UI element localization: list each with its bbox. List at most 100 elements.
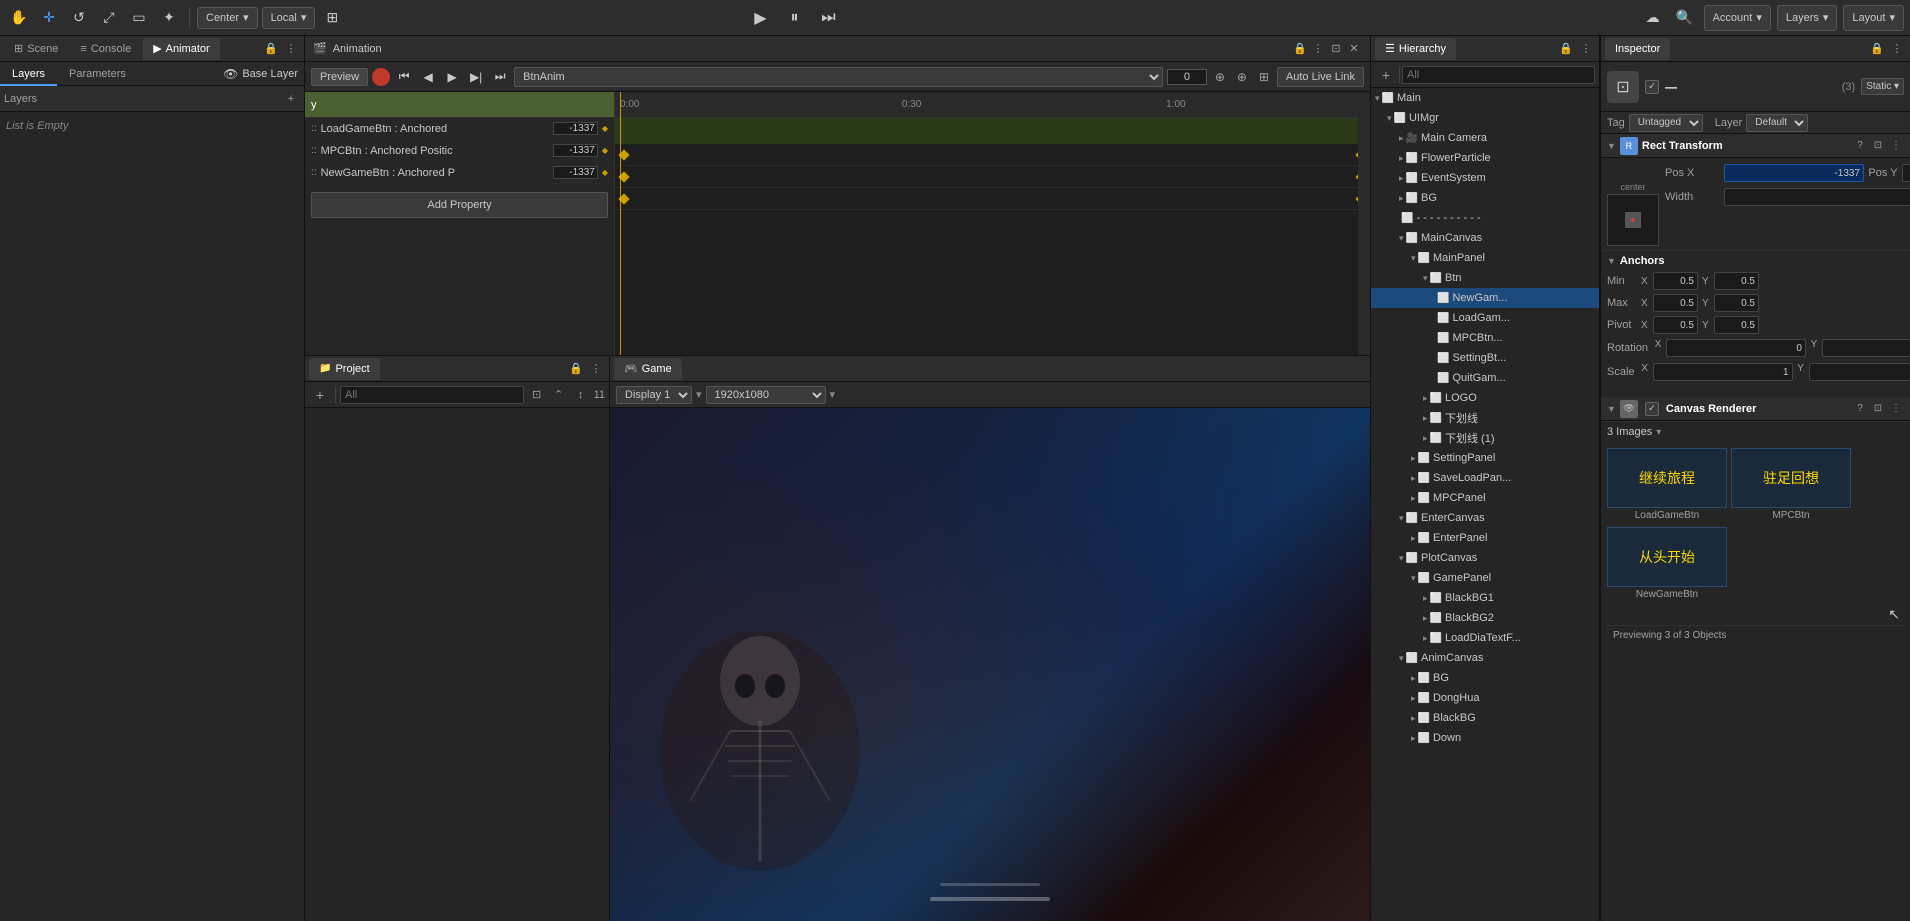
anchor-pivot-x-input[interactable] [1653, 316, 1698, 334]
add-layer-btn[interactable]: + [282, 90, 300, 108]
go-start-btn[interactable]: ⏮ [394, 67, 414, 87]
rotate-tool-btn[interactable]: ↺ [66, 5, 92, 31]
canvas-renderer-more-btn[interactable]: ⋮ [1888, 401, 1904, 417]
pin-btn-2[interactable]: ⊕ [1233, 68, 1251, 86]
anchor-max-y-input[interactable] [1714, 294, 1759, 312]
hier-item-29[interactable]: ▸⬜BG [1371, 668, 1599, 688]
width-input[interactable] [1724, 188, 1910, 206]
resolution-select[interactable]: 1920x1080 [706, 386, 826, 404]
inspector-tab[interactable]: Inspector [1605, 38, 1670, 60]
hier-item-31[interactable]: ▸⬜BlackBG [1371, 708, 1599, 728]
animator-layers-tab[interactable]: Layers [0, 62, 57, 86]
proj-icon-btn-1[interactable]: ⊡ [528, 386, 546, 404]
hier-item-30[interactable]: ▸⬜DongHua [1371, 688, 1599, 708]
hier-item-20[interactable]: ▸⬜MPCPanel [1371, 488, 1599, 508]
hier-item-13[interactable]: ⬜SettingBt... [1371, 348, 1599, 368]
rect-transform-visual[interactable] [1607, 194, 1659, 246]
object-active-checkbox[interactable]: ✓ [1645, 80, 1659, 94]
pos-y-input[interactable] [1902, 164, 1910, 182]
lock-animator-btn[interactable]: 🔒 [262, 40, 280, 58]
anchor-max-x-input[interactable] [1653, 294, 1698, 312]
hier-item-22[interactable]: ▸⬜EnterPanel [1371, 528, 1599, 548]
timeline-scroll[interactable] [1358, 92, 1370, 355]
play-anim-btn[interactable]: ▶ [442, 67, 462, 87]
rect-tool-btn[interactable]: ▭ [126, 5, 152, 31]
hier-item-15[interactable]: ▸⬜LOGO [1371, 388, 1599, 408]
scale-tool-btn[interactable]: ⤢ [96, 5, 122, 31]
hier-item-17[interactable]: ▸⬜下划线 (1) [1371, 428, 1599, 448]
hier-item-11[interactable]: ⬜LoadGam... [1371, 308, 1599, 328]
hier-item-9[interactable]: ▾⬜Btn [1371, 268, 1599, 288]
game-tab[interactable]: 🎮 Game [614, 358, 682, 380]
add-project-btn[interactable]: + [309, 386, 331, 404]
rect-transform-more-btn[interactable]: ⋮ [1888, 138, 1904, 154]
close-anim-btn[interactable]: ✕ [1346, 41, 1362, 57]
track-val-1[interactable] [553, 144, 598, 157]
clip-dropdown[interactable]: BtnAnim [514, 67, 1163, 87]
layers-btn[interactable]: Layers ▾ [1777, 5, 1838, 31]
canvas-renderer-help-btn[interactable]: ? [1852, 401, 1868, 417]
canvas-renderer-presets-btn[interactable]: ⊡ [1870, 401, 1886, 417]
tab-animator[interactable]: ▶ Animator [143, 38, 220, 60]
next-frame-btn[interactable]: ▶| [466, 67, 486, 87]
project-tab[interactable]: 📁 Project [309, 358, 380, 380]
project-search[interactable] [340, 386, 524, 404]
record-btn[interactable] [372, 68, 390, 86]
hier-item-27[interactable]: ▸⬜LoadDiaTextF... [1371, 628, 1599, 648]
proj-icon-btn-3[interactable]: ↕ [572, 386, 590, 404]
more-project-btn[interactable]: ⋮ [587, 360, 605, 378]
hier-item-0[interactable]: ▾⬜Main [1371, 88, 1599, 108]
display-select[interactable]: Display 1 [616, 386, 692, 404]
hier-item-16[interactable]: ▸⬜下划线 [1371, 408, 1599, 428]
hand-tool-btn[interactable]: ✋ [6, 5, 32, 31]
lock-project-btn[interactable]: 🔒 [567, 360, 585, 378]
hier-item-12[interactable]: ⬜MPCBtn... [1371, 328, 1599, 348]
more-anim-btn[interactable]: ⋮ [1310, 41, 1326, 57]
anchor-min-y-input[interactable] [1714, 272, 1759, 290]
canvas-renderer-enabled[interactable]: ✓ [1645, 402, 1659, 416]
pivot-local-btn[interactable]: Local ▾ [262, 7, 316, 29]
pin-btn-1[interactable]: ⊕ [1211, 68, 1229, 86]
go-end-btn[interactable]: ⏭ [490, 67, 510, 87]
scale-y-input[interactable] [1809, 363, 1910, 381]
transform-tool-btn[interactable]: ✦ [156, 5, 182, 31]
layer-dropdown[interactable]: Default [1746, 114, 1808, 132]
animator-params-tab[interactable]: Parameters [57, 62, 138, 86]
static-btn[interactable]: Static ▾ [1861, 78, 1904, 95]
rot-y-input[interactable] [1822, 339, 1910, 357]
hier-item-25[interactable]: ▸⬜BlackBG1 [1371, 588, 1599, 608]
rect-transform-help-btn[interactable]: ? [1852, 138, 1868, 154]
pause-btn[interactable]: ⏸ [779, 3, 809, 33]
rot-x-input[interactable] [1666, 339, 1806, 357]
hier-item-28[interactable]: ▾⬜AnimCanvas [1371, 648, 1599, 668]
add-hier-btn[interactable]: + [1375, 66, 1397, 84]
hier-item-26[interactable]: ▸⬜BlackBG2 [1371, 608, 1599, 628]
hier-item-10[interactable]: ⬜NewGam... [1371, 288, 1599, 308]
add-property-btn[interactable]: Add Property [311, 192, 608, 218]
step-btn[interactable]: ⏭ [813, 3, 843, 33]
hier-item-19[interactable]: ▸⬜SaveLoadPan... [1371, 468, 1599, 488]
layout-btn[interactable]: Layout ▾ [1843, 5, 1904, 31]
track-row-2[interactable]: :: NewGameBtn : Anchored P ◆ [305, 162, 614, 184]
more-animator-btn[interactable]: ⋮ [282, 40, 300, 58]
hierarchy-tab[interactable]: ☰ Hierarchy [1375, 38, 1456, 60]
anchor-pivot-y-input[interactable] [1714, 316, 1759, 334]
play-btn[interactable]: ▶ [745, 3, 775, 33]
hier-item-24[interactable]: ▾⬜GamePanel [1371, 568, 1599, 588]
max-anim-btn[interactable]: ⊡ [1328, 41, 1344, 57]
more-inspector-btn[interactable]: ⋮ [1888, 40, 1906, 58]
search-global-btn[interactable]: 🔍 [1672, 5, 1698, 31]
collab-btn[interactable]: ☁ [1640, 5, 1666, 31]
pivot-center-btn[interactable]: Center ▾ [197, 7, 258, 29]
pivot-grid-btn[interactable]: ⊞ [319, 5, 345, 31]
track-row-1[interactable]: :: MPCBtn : Anchored Positic ◆ [305, 140, 614, 162]
hier-item-3[interactable]: ▸⬜FlowerParticle [1371, 148, 1599, 168]
canvas-renderer-header[interactable]: ▼ 👁 ✓ Canvas Renderer ? ⊡ ⋮ [1601, 397, 1910, 421]
hierarchy-search[interactable] [1402, 66, 1595, 84]
track-val-2[interactable] [553, 166, 598, 179]
tag-dropdown[interactable]: Untagged [1629, 114, 1703, 132]
rect-transform-presets-btn[interactable]: ⊡ [1870, 138, 1886, 154]
hier-item-8[interactable]: ▾⬜MainPanel [1371, 248, 1599, 268]
hier-item-18[interactable]: ▸⬜SettingPanel [1371, 448, 1599, 468]
hier-item-2[interactable]: ▸🎥Main Camera [1371, 128, 1599, 148]
